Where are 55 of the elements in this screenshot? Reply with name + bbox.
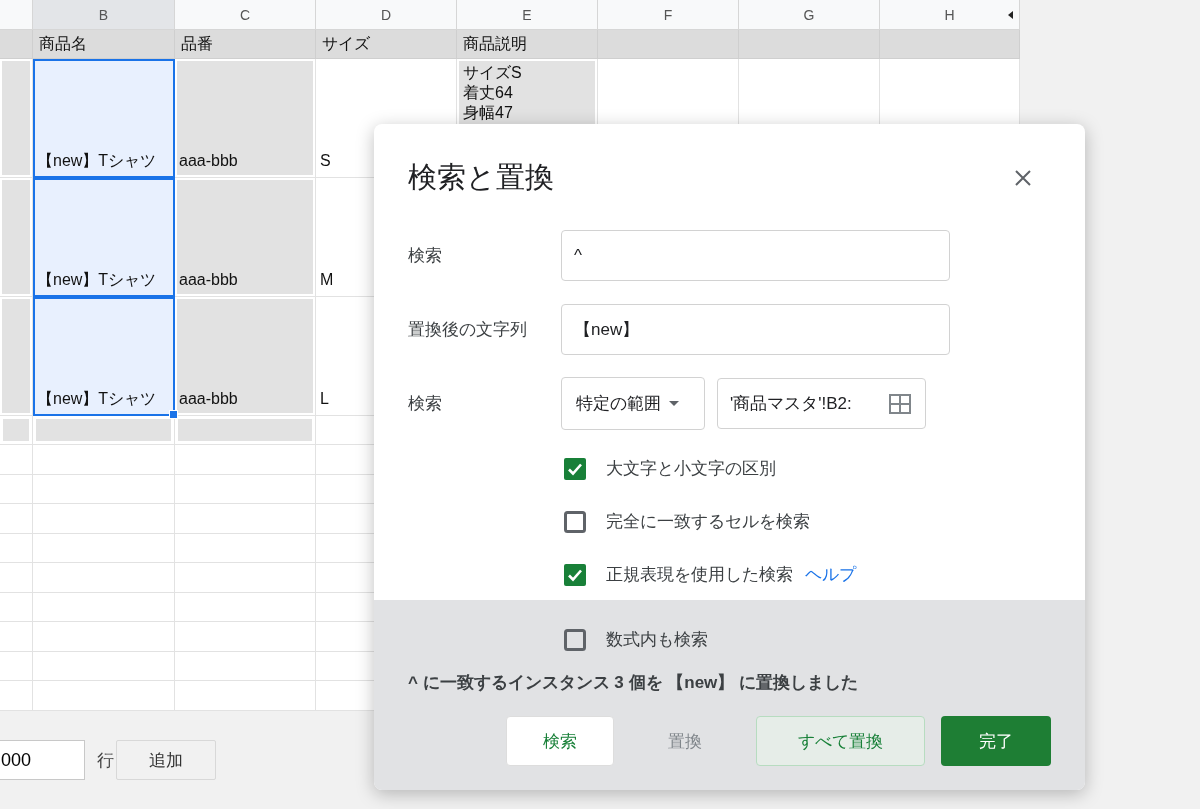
header-cell: 商品名 bbox=[33, 30, 175, 59]
table-cell bbox=[0, 504, 33, 534]
collapse-arrow-icon[interactable] bbox=[1008, 11, 1013, 19]
column-header[interactable]: B bbox=[33, 0, 175, 30]
rows-label: 行 bbox=[97, 749, 114, 772]
fill-handle[interactable] bbox=[169, 410, 178, 419]
table-cell bbox=[0, 445, 33, 475]
dialog-button[interactable]: 検索 bbox=[506, 716, 614, 766]
field-label: 検索 bbox=[408, 393, 443, 415]
column-header[interactable]: G bbox=[739, 0, 880, 30]
column-header[interactable]: E bbox=[457, 0, 598, 30]
table-cell bbox=[0, 651, 33, 681]
table-cell bbox=[0, 681, 33, 711]
table-cell bbox=[0, 622, 33, 652]
text-field[interactable]: 【new】 bbox=[561, 304, 950, 355]
table-cell[interactable]: 【new】Tシャツ bbox=[33, 297, 175, 416]
table-cell: aaa-bbb bbox=[175, 59, 316, 178]
text-field[interactable]: ^ bbox=[561, 230, 950, 281]
help-link[interactable]: ヘルプ bbox=[805, 563, 856, 586]
add-button[interactable]: 追加 bbox=[116, 740, 216, 780]
header-cell: 品番 bbox=[175, 30, 316, 59]
table-cell bbox=[0, 592, 33, 622]
grid-icon[interactable] bbox=[889, 393, 911, 414]
table-cell: aaa-bbb bbox=[175, 297, 316, 416]
table-cell bbox=[0, 563, 33, 593]
column-header[interactable]: C bbox=[175, 0, 316, 30]
checkbox[interactable] bbox=[564, 628, 586, 651]
dropdown-caret-icon bbox=[669, 401, 679, 406]
column-header[interactable]: F bbox=[598, 0, 739, 30]
table-cell bbox=[0, 474, 33, 504]
column-header[interactable]: D bbox=[316, 0, 457, 30]
header-cell bbox=[0, 30, 33, 59]
option-label: 大文字と小文字の区別 bbox=[606, 458, 776, 480]
header-cell: サイズ bbox=[316, 30, 457, 59]
option-label: 正規表現を使用した検索 bbox=[606, 564, 793, 586]
header-cell: 商品説明 bbox=[457, 30, 598, 59]
table-cell bbox=[0, 533, 33, 563]
table-cell[interactable]: 【new】Tシャツ bbox=[33, 178, 175, 297]
checkbox[interactable] bbox=[564, 563, 586, 586]
option-label: 数式内も検索 bbox=[606, 629, 708, 651]
table-cell bbox=[0, 416, 33, 445]
table-cell[interactable]: 【new】Tシャツ bbox=[33, 59, 175, 178]
checkbox[interactable] bbox=[564, 510, 586, 533]
range-field[interactable]: '商品マスタ'!B2: bbox=[717, 378, 926, 429]
dialog-button[interactable]: すべて置換 bbox=[755, 716, 926, 766]
close-icon[interactable] bbox=[1015, 170, 1031, 186]
table-cell: aaa-bbb bbox=[175, 178, 316, 297]
dialog-button[interactable]: 完了 bbox=[941, 716, 1051, 766]
status-message: ^ に一致するインスタンス 3 個を 【new】 に置換しました bbox=[408, 672, 860, 694]
column-header[interactable]: H bbox=[880, 0, 1020, 30]
scope-dropdown[interactable]: 特定の範囲 bbox=[561, 377, 705, 430]
row-count-field[interactable]: 000 bbox=[0, 740, 85, 780]
option-label: 完全に一致するセルを検索 bbox=[606, 511, 810, 533]
checkbox[interactable] bbox=[564, 457, 586, 480]
field-label: 検索 bbox=[408, 245, 443, 267]
